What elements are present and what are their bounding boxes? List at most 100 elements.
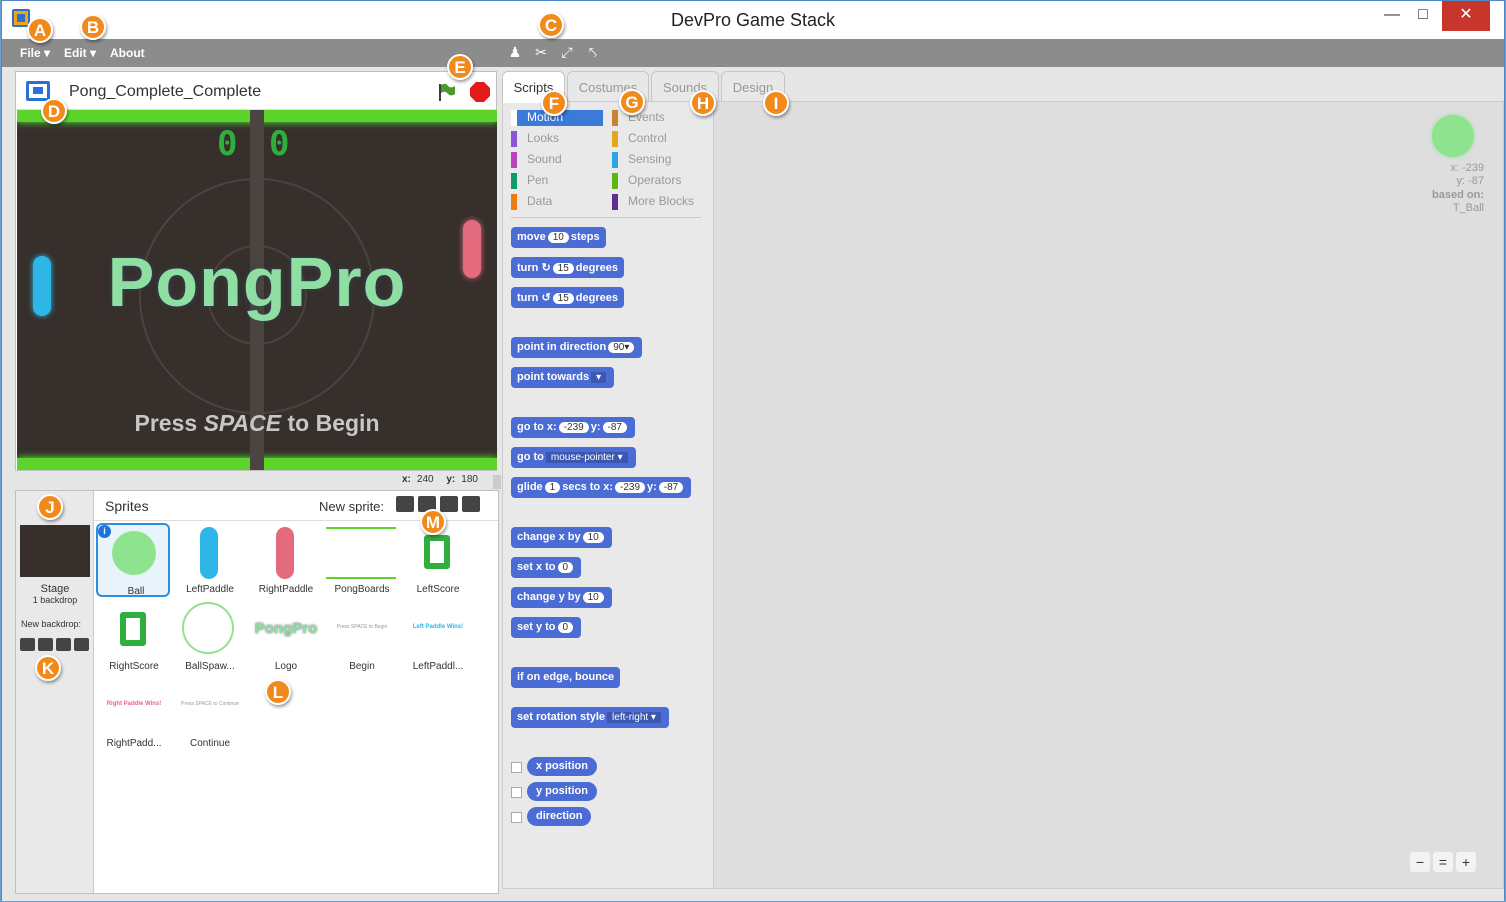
script-area[interactable]: x: -239 y: -87 based on: T_Ball − = + [713,101,1504,889]
category-more-blocks[interactable]: More Blocks [612,194,702,210]
zoom-reset-icon[interactable]: = [1433,852,1453,872]
block-goto[interactable]: go to mouse-pointer ▾ [511,447,636,468]
annotation-h: H [690,90,716,116]
block-input[interactable]: 0 [557,562,574,573]
ballspawn-thumb [182,602,234,654]
duplicate-icon[interactable]: ♟ [507,44,523,60]
zoom-controls: − = + [1410,852,1476,872]
reporter-direction[interactable]: direction [527,807,592,826]
category-sound[interactable]: Sound [511,152,603,168]
rightscore-thumb [120,612,146,646]
zoom-out-icon[interactable]: − [1410,852,1430,872]
block-dropdown[interactable]: mouse-pointer ▾ [545,452,628,463]
sprite-tile-leftpaddle[interactable]: LeftPaddle [172,523,246,597]
sprite-tile-pongboards[interactable]: PongBoards [324,523,398,597]
block-text: set rotation style [517,711,606,723]
block-input[interactable]: 10 [582,532,604,543]
category-pen[interactable]: Pen [511,173,603,189]
camera-sprite-icon[interactable] [462,496,480,512]
backdrop-library-icon[interactable] [20,638,35,651]
sprite-tile-leftpaddlewins[interactable]: Left Paddle Wins! LeftPaddl... [400,600,474,674]
stage-canvas[interactable]: 0 0 PongPro Press SPACE to Begin [17,110,497,470]
block-goto-xy[interactable]: go to x: -239 y: -87 [511,417,635,438]
block-input[interactable]: -87 [658,482,684,493]
menu-file[interactable]: File ▾ [20,46,50,60]
maximize-button[interactable]: □ [1408,1,1438,31]
category-sensing[interactable]: Sensing [612,152,702,168]
info-icon[interactable]: i [98,525,111,538]
paint-backdrop-icon[interactable] [38,638,53,651]
sprite-label: PongBoards [334,584,390,595]
block-change-y[interactable]: change y by 10 [511,587,612,608]
green-flag-icon[interactable] [436,82,456,102]
sprites-title: Sprites [105,498,149,514]
category-control[interactable]: Control [612,131,702,147]
sprite-library-icon[interactable] [396,496,414,512]
checkbox-x-position[interactable] [511,762,522,773]
block-rotation-style[interactable]: set rotation style left-right ▾ [511,707,669,728]
fullscreen-icon[interactable] [26,81,50,101]
block-text: move [517,231,546,243]
block-input[interactable]: 10 [582,592,604,603]
checkbox-y-position[interactable] [511,787,522,798]
block-input[interactable]: 90▾ [608,342,635,353]
new-sprite-label: New sprite: [319,499,385,514]
zoom-in-icon[interactable]: + [1456,852,1476,872]
reporter-x-position[interactable]: x position [527,757,597,776]
category-operators[interactable]: Operators [612,173,702,189]
block-set-x[interactable]: set x to 0 [511,557,582,578]
cut-icon[interactable]: ✂ [533,44,549,60]
title-bar: DevPro Game Stack — □ ✕ [2,1,1504,39]
block-input[interactable]: 15 [552,263,574,274]
collapse-handle[interactable] [493,475,501,489]
close-button[interactable]: ✕ [1442,1,1490,31]
block-input[interactable]: -239 [614,482,645,493]
sprite-tile-rightpaddle[interactable]: RightPaddle [248,523,322,597]
block-move[interactable]: move 10 steps [511,227,606,248]
upload-backdrop-icon[interactable] [56,638,71,651]
block-turn-ccw[interactable]: turn ↺ 15 degrees [511,287,624,308]
sprite-label: LeftPaddle [186,584,234,595]
block-dropdown[interactable]: left-right ▾ [607,712,661,723]
minimize-button[interactable]: — [1377,1,1407,31]
shrink-icon[interactable]: ⤣ [585,44,601,60]
stage-thumbnail[interactable] [20,525,90,577]
category-data[interactable]: Data [511,194,603,210]
stop-icon[interactable] [470,82,490,102]
sprite-tile-begin[interactable]: Press SPACE to Begin Begin [324,600,398,674]
camera-backdrop-icon[interactable] [74,638,89,651]
block-input[interactable]: -239 [558,422,589,433]
annotation-j: J [37,494,63,520]
block-input[interactable]: -87 [602,422,627,433]
sprite-tile-ball[interactable]: i Ball [96,523,170,597]
menu-edit[interactable]: Edit ▾ [64,46,96,60]
block-input[interactable]: 10 [547,232,569,243]
sprite-tile-rightscore[interactable]: RightScore [96,600,170,674]
sprite-tile-continue[interactable]: Press SPACE to Continue Continue [172,677,246,751]
block-input[interactable]: 0 [557,622,574,633]
sprite-tile-ballspawn[interactable]: BallSpaw... [172,600,246,674]
grow-icon[interactable]: ⤢ [559,44,575,60]
category-looks[interactable]: Looks [511,131,603,147]
upload-sprite-icon[interactable] [440,496,458,512]
block-point-towards[interactable]: point towards ▾ [511,367,615,388]
block-dropdown[interactable]: ▾ [591,372,607,383]
sprite-tile-logo[interactable]: PongPro Logo [248,600,322,674]
reporter-y-position[interactable]: y position [527,782,597,801]
block-bounce[interactable]: if on edge, bounce [511,667,621,688]
menu-file-label: File [20,46,41,60]
checkbox-direction[interactable] [511,812,522,823]
block-glide[interactable]: glide 1 secs to x: -239 y: -87 [511,477,692,498]
block-input[interactable]: 1 [544,482,561,493]
block-change-x[interactable]: change x by 10 [511,527,612,548]
block-input[interactable]: 15 [552,293,574,304]
logo-text: PongPro [107,243,407,321]
block-set-y[interactable]: set y to 0 [511,617,582,638]
project-name[interactable]: Pong_Complete_Complete [69,83,261,101]
backdrop-tools [20,638,89,651]
block-turn-cw[interactable]: turn ↻ 15 degrees [511,257,624,278]
sprite-tile-rightpaddlewins[interactable]: Right Paddle Wins! RightPadd... [96,677,170,751]
block-point-direction[interactable]: point in direction 90▾ [511,337,643,358]
menu-about[interactable]: About [110,46,145,60]
app-window: DevPro Game Stack — □ ✕ File ▾ Edit ▾ Ab… [1,0,1505,901]
